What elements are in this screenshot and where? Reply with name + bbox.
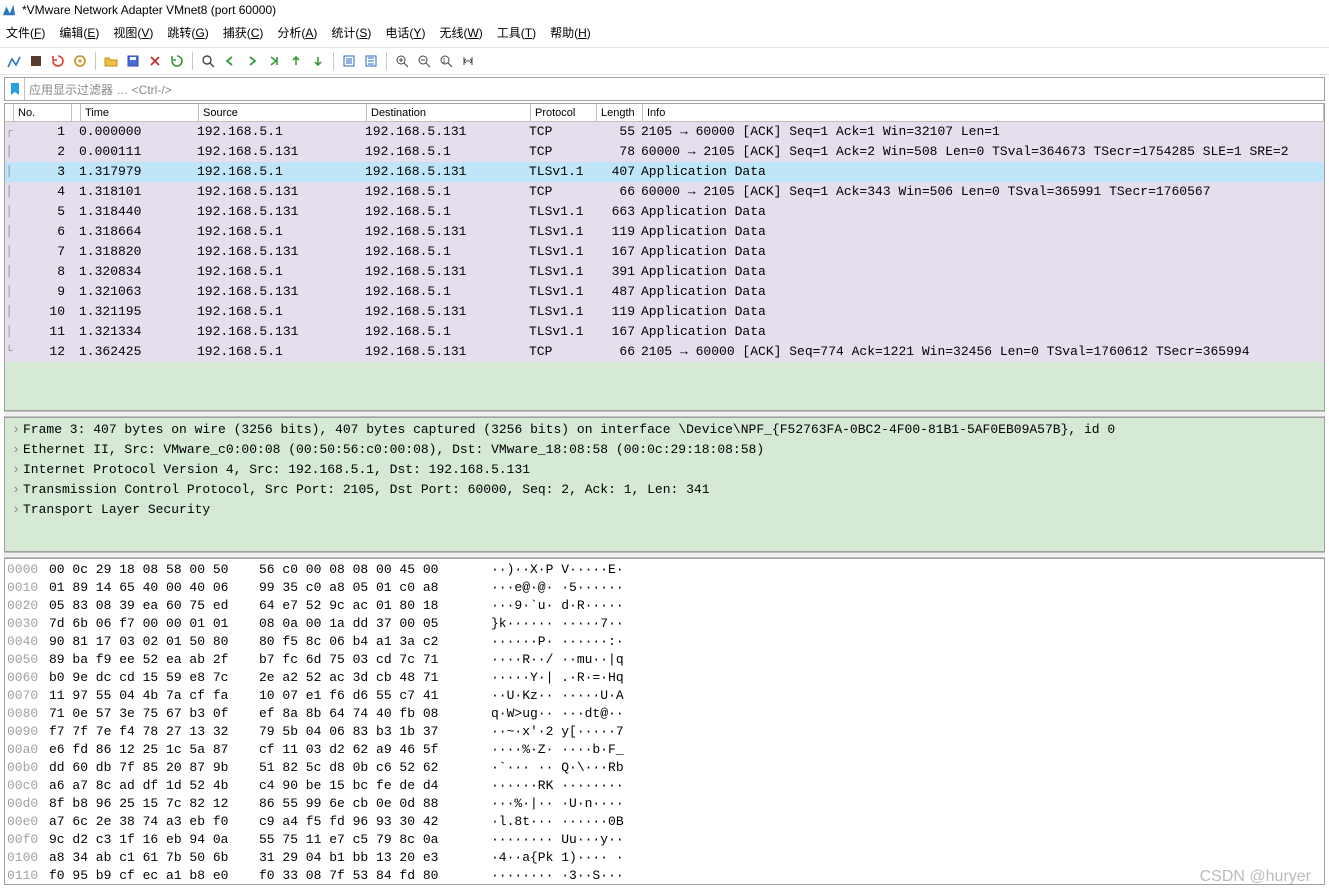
reload-icon[interactable]: [167, 52, 187, 70]
filter-placeholder[interactable]: 应用显示过滤器 … <Ctrl-/>: [25, 81, 1324, 98]
wireshark-icon: [2, 3, 16, 17]
col-info[interactable]: Info: [643, 104, 1324, 121]
go-last-icon[interactable]: [308, 52, 328, 70]
packet-row[interactable]: │91.321063192.168.5.131192.168.5.1TLSv1.…: [5, 282, 1324, 302]
close-file-icon[interactable]: [145, 52, 165, 70]
capture-options-icon[interactable]: [70, 52, 90, 70]
menu-item[interactable]: 分析(A): [277, 24, 317, 41]
hex-line[interactable]: 0060b0 9e dc cd 15 59 e8 7c2e a2 52 ac 3…: [7, 669, 1322, 687]
hex-line[interactable]: 00c0a6 a7 8c ad df 1d 52 4bc4 90 be 15 b…: [7, 777, 1322, 795]
col-destination[interactable]: Destination: [367, 104, 531, 121]
stop-capture-icon[interactable]: [26, 52, 46, 70]
col-source[interactable]: Source: [199, 104, 367, 121]
packet-row[interactable]: │41.318101192.168.5.131192.168.5.1TCP666…: [5, 182, 1324, 202]
packet-bytes[interactable]: 000000 0c 29 18 08 58 00 5056 c0 00 08 0…: [4, 558, 1325, 885]
hex-line[interactable]: 00d08f b8 96 25 15 7c 82 1286 55 99 6e c…: [7, 795, 1322, 813]
hex-line[interactable]: 00b0dd 60 db 7f 85 20 87 9b51 82 5c d8 0…: [7, 759, 1322, 777]
save-file-icon[interactable]: [123, 52, 143, 70]
hex-line[interactable]: 008071 0e 57 3e 75 67 b3 0fef 8a 8b 64 7…: [7, 705, 1322, 723]
packet-list[interactable]: No. Time Source Destination Protocol Len…: [4, 103, 1325, 411]
packet-list-header[interactable]: No. Time Source Destination Protocol Len…: [5, 104, 1324, 122]
go-back-icon[interactable]: [220, 52, 240, 70]
hex-line[interactable]: 0110f0 95 b9 cf ec a1 b8 e0f0 33 08 7f 5…: [7, 867, 1322, 885]
find-packet-icon[interactable]: [198, 52, 218, 70]
menu-item[interactable]: 编辑(E): [59, 24, 99, 41]
go-to-packet-icon[interactable]: [264, 52, 284, 70]
hex-line[interactable]: 0100a8 34 ab c1 61 7b 50 6b31 29 04 b1 b…: [7, 849, 1322, 867]
detail-line[interactable]: ›Frame 3: 407 bytes on wire (3256 bits),…: [9, 420, 1320, 440]
go-first-icon[interactable]: [286, 52, 306, 70]
col-length[interactable]: Length: [597, 104, 643, 121]
detail-line[interactable]: ›Transport Layer Security: [9, 500, 1320, 520]
hex-line[interactable]: 007011 97 55 04 4b 7a cf fa10 07 e1 f6 d…: [7, 687, 1322, 705]
menu-item[interactable]: 跳转(G): [167, 24, 208, 41]
packet-row[interactable]: │71.318820192.168.5.131192.168.5.1TLSv1.…: [5, 242, 1324, 262]
separator: [386, 52, 387, 70]
separator: [333, 52, 334, 70]
hex-line[interactable]: 001001 89 14 65 40 00 40 0699 35 c0 a8 0…: [7, 579, 1322, 597]
zoom-in-icon[interactable]: [392, 52, 412, 70]
hex-line[interactable]: 004090 81 17 03 02 01 50 8080 f5 8c 06 b…: [7, 633, 1322, 651]
title-bar: *VMware Network Adapter VMnet8 (port 600…: [0, 0, 1329, 22]
packet-row[interactable]: │20.000111192.168.5.131192.168.5.1TCP786…: [5, 142, 1324, 162]
packet-row[interactable]: │101.321195192.168.5.1192.168.5.131TLSv1…: [5, 302, 1324, 322]
autoscroll-icon[interactable]: [339, 52, 359, 70]
menu-item[interactable]: 电话(Y): [385, 24, 425, 41]
hex-line[interactable]: 00a0e6 fd 86 12 25 1c 5a 87cf 11 03 d2 6…: [7, 741, 1322, 759]
detail-line[interactable]: ›Ethernet II, Src: VMware_c0:00:08 (00:5…: [9, 440, 1320, 460]
open-file-icon[interactable]: [101, 52, 121, 70]
restart-capture-icon[interactable]: [48, 52, 68, 70]
resize-columns-icon[interactable]: [458, 52, 478, 70]
packet-row[interactable]: ┌10.000000192.168.5.1192.168.5.131TCP552…: [5, 122, 1324, 142]
packet-row[interactable]: │31.317979192.168.5.1192.168.5.131TLSv1.…: [5, 162, 1324, 182]
svg-text:1: 1: [442, 58, 446, 65]
menu-item[interactable]: 统计(S): [331, 24, 371, 41]
packet-details[interactable]: ›Frame 3: 407 bytes on wire (3256 bits),…: [4, 417, 1325, 552]
hex-line[interactable]: 000000 0c 29 18 08 58 00 5056 c0 00 08 0…: [7, 561, 1322, 579]
display-filter-bar[interactable]: 应用显示过滤器 … <Ctrl-/>: [4, 77, 1325, 101]
hex-line[interactable]: 002005 83 08 39 ea 60 75 ed64 e7 52 9c a…: [7, 597, 1322, 615]
col-time[interactable]: Time: [81, 104, 199, 121]
tree-col: [5, 104, 14, 121]
col-protocol[interactable]: Protocol: [531, 104, 597, 121]
menu-item[interactable]: 工具(T): [497, 24, 536, 41]
menu-item[interactable]: 无线(W): [439, 24, 482, 41]
menu-bar[interactable]: 文件(F) 编辑(E) 视图(V) 跳转(G) 捕获(C) 分析(A) 统计(S) 电话(Y)…: [0, 22, 1329, 47]
window-title: *VMware Network Adapter VMnet8 (port 600…: [22, 3, 276, 17]
hex-line[interactable]: 00f09c d2 c3 1f 16 eb 94 0a55 75 11 e7 c…: [7, 831, 1322, 849]
bookmark-icon[interactable]: [5, 78, 25, 100]
main-toolbar[interactable]: 1: [0, 47, 1329, 75]
menu-item[interactable]: 文件(F): [6, 24, 45, 41]
separator: [192, 52, 193, 70]
hex-line[interactable]: 00307d 6b 06 f7 00 00 01 0108 0a 00 1a d…: [7, 615, 1322, 633]
packet-row[interactable]: │111.321334192.168.5.131192.168.5.1TLSv1…: [5, 322, 1324, 342]
detail-line[interactable]: ›Internet Protocol Version 4, Src: 192.1…: [9, 460, 1320, 480]
zoom-out-icon[interactable]: [414, 52, 434, 70]
zoom-reset-icon[interactable]: 1: [436, 52, 456, 70]
separator: [95, 52, 96, 70]
menu-item[interactable]: 捕获(C): [223, 24, 264, 41]
packet-row[interactable]: │51.318440192.168.5.131192.168.5.1TLSv1.…: [5, 202, 1324, 222]
colorize-icon[interactable]: [361, 52, 381, 70]
col-no[interactable]: No.: [14, 104, 72, 121]
packet-row[interactable]: └121.362425192.168.5.1192.168.5.131TCP66…: [5, 342, 1324, 362]
hex-line[interactable]: 005089 ba f9 ee 52 ea ab 2fb7 fc 6d 75 0…: [7, 651, 1322, 669]
packet-row[interactable]: │81.320834192.168.5.1192.168.5.131TLSv1.…: [5, 262, 1324, 282]
detail-line[interactable]: ›Transmission Control Protocol, Src Port…: [9, 480, 1320, 500]
packet-row[interactable]: │61.318664192.168.5.1192.168.5.131TLSv1.…: [5, 222, 1324, 242]
hex-line[interactable]: 0090f7 7f 7e f4 78 27 13 3279 5b 04 06 8…: [7, 723, 1322, 741]
menu-item[interactable]: 帮助(H): [550, 24, 591, 41]
go-forward-icon[interactable]: [242, 52, 262, 70]
hex-line[interactable]: 00e0a7 6c 2e 38 74 a3 eb f0c9 a4 f5 fd 9…: [7, 813, 1322, 831]
menu-item[interactable]: 视图(V): [113, 24, 153, 41]
start-capture-icon[interactable]: [4, 52, 24, 70]
